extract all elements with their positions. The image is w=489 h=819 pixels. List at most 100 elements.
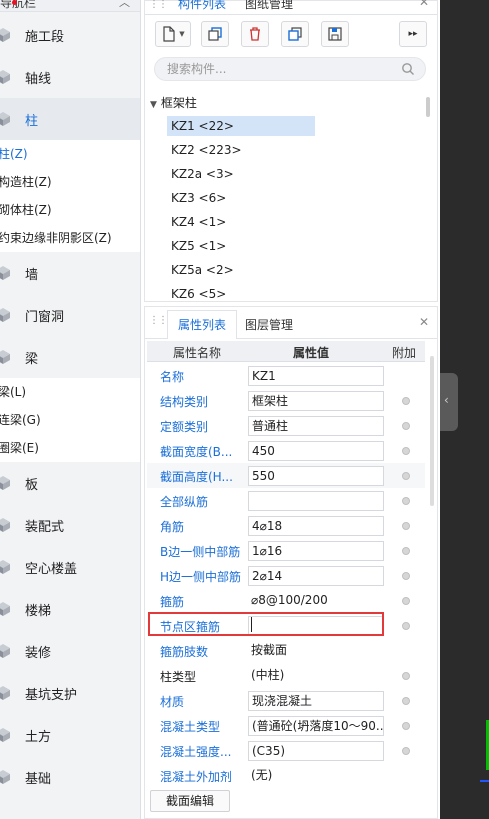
- nav-category-hollow-floor[interactable]: 空心楼盖: [0, 546, 140, 588]
- property-row[interactable]: 混凝土类型 (普通砼(坍落度10～90...: [147, 713, 425, 738]
- property-row[interactable]: 混凝土强度... (C35): [147, 738, 425, 763]
- property-value-field[interactable]: KZ1: [248, 366, 384, 386]
- nav-subitem[interactable]: 圈梁(E): [0, 434, 140, 462]
- nav-category-stair[interactable]: 楼梯: [0, 588, 140, 630]
- property-row[interactable]: 名称 KZ1: [147, 363, 425, 388]
- property-row[interactable]: 柱类型 (中柱): [147, 663, 425, 688]
- nav-category-slab[interactable]: 板: [0, 462, 140, 504]
- section-edit-button[interactable]: 截面编辑: [150, 790, 230, 812]
- nav-category-pit-support[interactable]: 基坑支护: [0, 672, 140, 714]
- nav-subitem[interactable]: 构造柱(Z): [0, 168, 140, 196]
- property-value-field[interactable]: [248, 491, 384, 511]
- tree-item[interactable]: KZ5a <2>: [167, 260, 315, 280]
- attach-checkbox[interactable]: [402, 697, 410, 705]
- search-icon[interactable]: [401, 62, 415, 76]
- attach-checkbox[interactable]: [402, 747, 410, 755]
- close-icon[interactable]: ✕: [419, 315, 429, 329]
- property-row[interactable]: B边一侧中部筋 1⌀16: [147, 538, 425, 563]
- property-value-field[interactable]: 普通柱: [248, 416, 384, 436]
- property-value-field[interactable]: 2⌀14: [248, 566, 384, 586]
- attach-checkbox[interactable]: [402, 547, 410, 555]
- property-value-field[interactable]: 4⌀18: [248, 516, 384, 536]
- property-value-field[interactable]: 550: [248, 466, 384, 486]
- attach-checkbox[interactable]: [402, 447, 410, 455]
- nav-category-column[interactable]: 柱: [0, 98, 140, 140]
- nav-category-construction-segment[interactable]: 施工段: [0, 14, 140, 56]
- property-value-field[interactable]: 框架柱: [248, 391, 384, 411]
- drag-grip-icon[interactable]: ⋮⋮: [149, 315, 168, 326]
- drag-grip-icon[interactable]: ⋮⋮: [149, 0, 168, 10]
- nav-category-door-window[interactable]: 门窗洞: [0, 294, 140, 336]
- attach-checkbox[interactable]: [402, 622, 410, 630]
- property-value-field[interactable]: ⌀8@100/200: [248, 591, 384, 611]
- collapse-panel-tab[interactable]: ‹: [440, 373, 458, 431]
- property-row[interactable]: 定额类别 普通柱: [147, 413, 425, 438]
- property-row[interactable]: 箍筋肢数 按截面: [147, 638, 425, 663]
- more-tools-button[interactable]: ▸▸: [399, 21, 427, 47]
- nav-category-prefab[interactable]: 装配式: [0, 504, 140, 546]
- property-row[interactable]: 材质 现浇混凝土: [147, 688, 425, 713]
- save-template-button[interactable]: [321, 21, 349, 47]
- property-row[interactable]: 截面宽度(B... 450: [147, 438, 425, 463]
- property-value-field[interactable]: (无): [248, 766, 384, 786]
- nav-category-decoration[interactable]: 装修: [0, 630, 140, 672]
- property-row[interactable]: 结构类别 框架柱: [147, 388, 425, 413]
- delete-component-button[interactable]: [241, 21, 269, 47]
- attach-checkbox[interactable]: [402, 472, 410, 480]
- layer-copy-button[interactable]: [281, 21, 309, 47]
- nav-subitem[interactable]: 连梁(G): [0, 406, 140, 434]
- nav-subitem[interactable]: 约束边缘非阴影区(Z): [0, 224, 140, 252]
- tree-item[interactable]: KZ2 <223>: [167, 140, 315, 160]
- property-row[interactable]: 全部纵筋: [147, 488, 425, 513]
- tab-drawing-management[interactable]: 图纸管理: [245, 0, 293, 12]
- property-value-field[interactable]: (C35): [248, 741, 384, 761]
- property-value-field[interactable]: 450: [248, 441, 384, 461]
- nav-category-earthwork[interactable]: 土方: [0, 714, 140, 756]
- property-value-field[interactable]: 1⌀16: [248, 541, 384, 561]
- tree-item[interactable]: KZ5 <1>: [167, 236, 315, 256]
- nav-subitem[interactable]: 柱(Z): [0, 140, 140, 168]
- close-icon[interactable]: ✕: [419, 0, 429, 9]
- new-component-button[interactable]: ▼: [155, 21, 191, 47]
- nav-subitem[interactable]: 砌体柱(Z): [0, 196, 140, 224]
- nav-category-axis-grid[interactable]: 轴线: [0, 56, 140, 98]
- tab-component-list[interactable]: 构件列表: [178, 0, 226, 12]
- caret-down-icon[interactable]: ▼: [150, 100, 157, 110]
- property-row[interactable]: H边一侧中部筋 2⌀14: [147, 563, 425, 588]
- nav-category-wall[interactable]: 墙: [0, 252, 140, 294]
- attach-checkbox[interactable]: [402, 522, 410, 530]
- tree-item[interactable]: KZ6 <5>: [167, 284, 315, 304]
- copy-component-button[interactable]: [201, 21, 229, 47]
- tree-item[interactable]: KZ1 <22>: [167, 116, 315, 136]
- tree-scrollbar[interactable]: [426, 97, 430, 117]
- property-row[interactable]: 箍筋 ⌀8@100/200: [147, 588, 425, 613]
- tab-layer-management[interactable]: 图层管理: [245, 316, 293, 333]
- property-value-field[interactable]: 现浇混凝土: [248, 691, 384, 711]
- tree-item[interactable]: KZ4 <1>: [167, 212, 315, 232]
- chevron-up-icon[interactable]: ︿: [119, 0, 130, 10]
- attach-checkbox[interactable]: [402, 722, 410, 730]
- nav-subitem[interactable]: 梁(L): [0, 378, 140, 406]
- property-value-field[interactable]: (中柱): [248, 666, 384, 686]
- nav-category-beam[interactable]: 梁: [0, 336, 140, 378]
- search-input[interactable]: 搜索构件...: [154, 57, 426, 81]
- property-value-field[interactable]: (普通砼(坍落度10～90...: [248, 716, 384, 736]
- attach-checkbox[interactable]: [402, 422, 410, 430]
- attach-checkbox[interactable]: [402, 597, 410, 605]
- tree-item[interactable]: KZ3 <6>: [167, 188, 315, 208]
- attach-checkbox[interactable]: [402, 497, 410, 505]
- property-value-field[interactable]: 按截面: [248, 641, 384, 661]
- property-row[interactable]: 截面高度(H... 550: [147, 463, 425, 488]
- property-row[interactable]: 角筋 4⌀18: [147, 513, 425, 538]
- property-scrollbar[interactable]: [430, 356, 434, 506]
- tree-node-frame-column[interactable]: ▼ 框架柱: [150, 94, 197, 111]
- tab-property-list[interactable]: 属性列表: [178, 316, 226, 333]
- nav-category-foundation[interactable]: 基础: [0, 756, 140, 798]
- nav-category-label: 门窗洞: [25, 309, 65, 325]
- tree-item[interactable]: KZ2a <3>: [167, 164, 315, 184]
- construction-segment-icon: [0, 26, 12, 44]
- attach-checkbox[interactable]: [402, 397, 410, 405]
- property-row[interactable]: 混凝土外加剂 (无): [147, 763, 425, 788]
- attach-checkbox[interactable]: [402, 672, 410, 680]
- attach-checkbox[interactable]: [402, 572, 410, 580]
